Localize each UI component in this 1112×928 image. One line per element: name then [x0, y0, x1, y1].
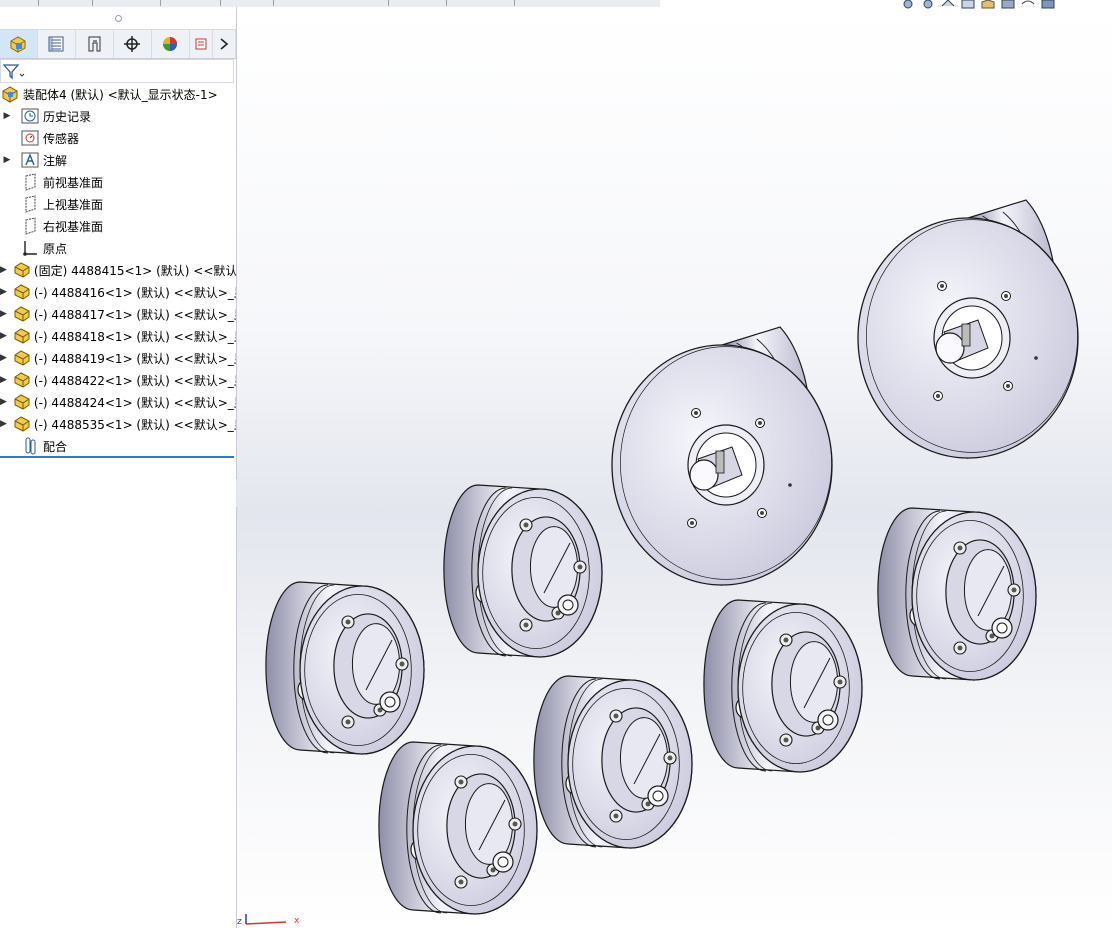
tabs-scroll-right[interactable] [213, 30, 236, 58]
expand-arrow-icon[interactable]: ▶ [0, 111, 14, 121]
tree-item-component[interactable]: ▶ (固定) 4488415<1> (默认) <<默认 [0, 259, 236, 281]
zoom-to-fit-icon[interactable] [900, 0, 916, 10]
tab-stub[interactable] [273, 0, 274, 6]
brake-unit-small[interactable] [703, 599, 863, 773]
tab-featuremanager[interactable] [0, 30, 38, 58]
tree-item-sensors[interactable]: 传感器 [0, 127, 236, 149]
plane-icon [20, 217, 40, 235]
brake-unit-small[interactable] [265, 581, 425, 755]
expand-arrow-icon[interactable]: ▶ [0, 419, 7, 429]
expand-arrow-icon[interactable]: ▶ [0, 397, 7, 407]
triad-x-label: x [294, 916, 300, 926]
tab-stub[interactable] [446, 0, 447, 6]
tree-item-component[interactable]: ▶ (-) 4488424<1> (默认) <<默认>_显 [0, 391, 236, 413]
tree-item-component[interactable]: ▶ (-) 4488418<1> (默认) <<默认>_显 [0, 325, 236, 347]
part-icon [13, 283, 31, 301]
tree-item-origin[interactable]: 原点 [0, 237, 236, 259]
tree-item-top-plane[interactable]: 上视基准面 [0, 193, 236, 215]
previous-view-icon[interactable] [940, 0, 956, 10]
tree-item-right-plane[interactable]: 右视基准面 [0, 215, 236, 237]
origin-icon [20, 239, 40, 257]
tab-propertymanager[interactable] [38, 30, 76, 58]
history-icon [20, 107, 40, 125]
appearance-icon[interactable] [1040, 0, 1056, 10]
tree-item-component[interactable]: ▶ (-) 4488535<1> (默认) <<默认>_显 [0, 413, 236, 435]
part-icon [13, 415, 31, 433]
tab-displaymanager[interactable] [152, 30, 190, 58]
tree-item-annotations[interactable]: ▶ 注解 [0, 149, 236, 171]
expand-arrow-icon[interactable]: ▶ [0, 287, 7, 297]
tree-root-label: 装配体4 (默认) <默认_显示状态-1> [23, 87, 218, 102]
tab-stub[interactable] [160, 0, 161, 6]
expand-arrow-icon[interactable]: ▶ [0, 155, 14, 165]
mates-icon [20, 437, 40, 455]
brake-unit-large[interactable] [857, 199, 1079, 460]
display-style-icon[interactable] [1000, 0, 1016, 10]
propertymanager-icon [48, 36, 64, 52]
dimxpert-icon [124, 36, 141, 52]
part-icon [13, 371, 31, 389]
assembly-icon [0, 85, 20, 103]
tab-stub[interactable] [220, 0, 221, 6]
tree-rollback-bar[interactable] [0, 456, 234, 458]
tab-configurationmanager[interactable] [76, 30, 114, 58]
annotation-icon [20, 151, 40, 169]
brake-unit-small[interactable] [378, 741, 538, 915]
configurationmanager-icon [88, 36, 101, 52]
expand-arrow-icon[interactable]: ▶ [0, 309, 7, 319]
part-icon [13, 261, 31, 279]
section-view-icon[interactable] [960, 0, 976, 10]
part-icon [13, 349, 31, 367]
plane-icon [20, 173, 40, 191]
feature-manager-panel: 装配体4 (默认) <默认_显示状态-1> ▶ 历史记录 传感器 ▶ 注解 前视… [0, 7, 237, 928]
tab-stub[interactable] [388, 0, 389, 6]
tree-item-component[interactable]: ▶ (-) 4488419<1> (默认) <<默认>_显 [0, 347, 236, 369]
orientation-triad: xz [237, 914, 300, 927]
brake-unit-small[interactable] [533, 675, 693, 849]
tree-item-component[interactable]: ▶ (-) 4488422<1> (默认) <<默认>_显 [0, 369, 236, 391]
part-icon [13, 393, 31, 411]
tree-item-front-plane[interactable]: 前视基准面 [0, 171, 236, 193]
featuremanager-icon [10, 36, 26, 53]
expand-arrow-icon[interactable]: ▶ [0, 265, 7, 275]
manager-tabs [0, 29, 236, 59]
tab-dimxpert[interactable] [114, 30, 152, 58]
tree-root[interactable]: 装配体4 (默认) <默认_显示状态-1> [0, 83, 236, 105]
tree-item-mates[interactable]: 配合 [0, 435, 236, 457]
expand-arrow-icon[interactable]: ▶ [0, 353, 7, 363]
part-icon [13, 305, 31, 323]
sensor-icon [20, 129, 40, 147]
tree-filter[interactable] [0, 59, 234, 83]
tree-item-component[interactable]: ▶ (-) 4488417<1> (默认) <<默认>_显 [0, 303, 236, 325]
brake-unit-large[interactable] [611, 326, 833, 587]
brake-unit-small[interactable] [877, 507, 1037, 681]
graphics-viewport[interactable]: xz [237, 7, 1112, 928]
tree-item-component[interactable]: ▶ (-) 4488416<1> (默认) <<默认>_显 [0, 281, 236, 303]
hide-show-icon[interactable] [1020, 0, 1036, 10]
part-icon [13, 327, 31, 345]
filter-icon [2, 64, 25, 80]
panel-grip-handle[interactable] [0, 7, 236, 29]
brake-unit-small[interactable] [443, 484, 603, 658]
chevron-right-icon [220, 38, 229, 50]
tab-stub[interactable] [92, 0, 93, 6]
model-canvas[interactable]: xz [237, 7, 1112, 928]
zoom-area-icon[interactable] [920, 0, 936, 10]
view-orientation-icon[interactable] [980, 0, 996, 10]
tab-cam[interactable] [190, 30, 213, 58]
expand-arrow-icon[interactable]: ▶ [0, 375, 7, 385]
cam-icon [195, 38, 207, 50]
tab-stub[interactable] [38, 0, 39, 6]
tab-stub[interactable] [514, 0, 515, 6]
plane-icon [20, 195, 40, 213]
heads-up-view-toolbar [900, 0, 1112, 10]
displaymanager-icon [163, 37, 178, 51]
tree-item-history[interactable]: ▶ 历史记录 [0, 105, 236, 127]
triad-z-label: z [237, 917, 242, 927]
expand-arrow-icon[interactable]: ▶ [0, 331, 7, 341]
